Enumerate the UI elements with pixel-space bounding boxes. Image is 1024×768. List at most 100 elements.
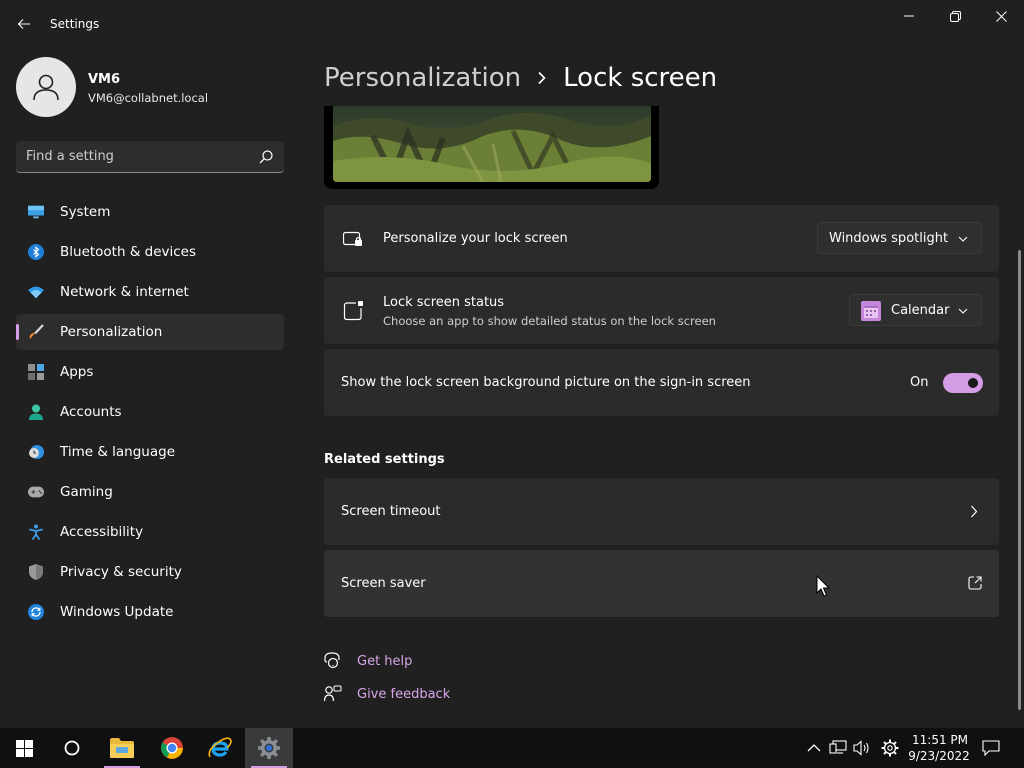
breadcrumb: Personalization Lock screen bbox=[324, 58, 717, 98]
cortana-button[interactable] bbox=[48, 728, 96, 768]
notification-icon[interactable] bbox=[981, 738, 1001, 758]
minimize-button[interactable] bbox=[886, 0, 932, 32]
sidebar-item-label: Network & internet bbox=[60, 284, 189, 300]
apps-icon bbox=[28, 364, 44, 380]
sidebar-item-personalization[interactable]: Personalization bbox=[16, 314, 284, 350]
sidebar-item-label: Privacy & security bbox=[60, 564, 182, 580]
sidebar-nav: System Bluetooth & devices Network & int… bbox=[16, 194, 284, 634]
calendar-icon bbox=[861, 301, 881, 321]
toggle-knob bbox=[968, 378, 978, 388]
screen-timeout-link[interactable]: Screen timeout bbox=[324, 478, 999, 545]
shield-icon bbox=[28, 564, 44, 580]
sidebar-item-apps[interactable]: Apps bbox=[16, 354, 284, 390]
title-bar: Settings bbox=[0, 0, 1024, 48]
brush-icon bbox=[28, 324, 44, 340]
windows-logo-icon bbox=[15, 739, 33, 757]
sidebar-item-label: Bluetooth & devices bbox=[60, 244, 197, 260]
sidebar-item-label: Accounts bbox=[60, 404, 122, 420]
chevron-down-icon bbox=[958, 236, 968, 242]
sidebar-item-gaming[interactable]: Gaming bbox=[16, 474, 284, 510]
sidebar-item-windows-update[interactable]: Windows Update bbox=[16, 594, 284, 630]
dropdown-value: Calendar bbox=[891, 303, 950, 318]
signin-background-card: Show the lock screen background picture … bbox=[324, 349, 999, 416]
monitor-icon bbox=[28, 204, 44, 220]
screen-saver-link[interactable]: Screen saver bbox=[324, 550, 999, 617]
help-icon bbox=[324, 652, 340, 669]
bluetooth-icon bbox=[28, 244, 44, 260]
settings-icon[interactable] bbox=[880, 738, 900, 758]
chevron-up-icon[interactable] bbox=[804, 738, 824, 758]
sidebar-item-label: Accessibility bbox=[60, 524, 144, 540]
sidebar-item-time-language[interactable]: Time & language bbox=[16, 434, 284, 470]
sidebar-item-label: Personalization bbox=[60, 324, 163, 340]
toggle-state-label: On bbox=[910, 375, 929, 390]
status-app-icon bbox=[343, 301, 363, 321]
related-settings-heading: Related settings bbox=[324, 452, 445, 467]
person-icon bbox=[28, 404, 44, 420]
sidebar-item-label: Apps bbox=[60, 364, 94, 380]
user-email: VM6@collabnet.local bbox=[88, 91, 209, 105]
screen-timeout-label: Screen timeout bbox=[341, 504, 441, 519]
sidebar-item-label: Time & language bbox=[60, 444, 176, 460]
lock-screen-background-dropdown[interactable]: Windows spotlight bbox=[817, 222, 982, 254]
screen-saver-label: Screen saver bbox=[341, 576, 426, 591]
chevron-right-icon bbox=[537, 71, 547, 85]
settings-gear-icon bbox=[258, 737, 280, 759]
maximize-button[interactable] bbox=[932, 0, 978, 32]
restore-icon bbox=[949, 10, 961, 22]
lock-screen-status-dropdown[interactable]: Calendar bbox=[849, 294, 982, 326]
taskbar-chrome[interactable] bbox=[148, 728, 196, 768]
gamepad-icon bbox=[28, 484, 44, 500]
taskbar: 11:51 PM 9/23/2022 bbox=[0, 728, 1024, 768]
signin-background-label: Show the lock screen background picture … bbox=[341, 375, 751, 390]
personalize-lock-screen-label: Personalize your lock screen bbox=[383, 231, 568, 246]
sidebar-item-system[interactable]: System bbox=[16, 194, 284, 230]
taskbar-settings[interactable] bbox=[245, 728, 293, 768]
taskbar-file-explorer[interactable] bbox=[98, 728, 146, 768]
sidebar-item-network[interactable]: Network & internet bbox=[16, 274, 284, 310]
feedback-icon bbox=[324, 685, 342, 702]
chrome-icon bbox=[161, 737, 183, 759]
lock-screen-status-card: Lock screen status Choose an app to show… bbox=[324, 277, 999, 344]
person-icon bbox=[33, 74, 59, 101]
give-feedback-link[interactable]: Give feedback bbox=[324, 684, 450, 704]
sidebar-item-accounts[interactable]: Accounts bbox=[16, 394, 284, 430]
sidebar-item-accessibility[interactable]: Accessibility bbox=[16, 514, 284, 550]
vertical-scrollbar[interactable] bbox=[1018, 250, 1021, 710]
get-help-label: Get help bbox=[357, 653, 413, 669]
sidebar-item-privacy[interactable]: Privacy & security bbox=[16, 554, 284, 590]
folder-icon bbox=[110, 738, 134, 758]
sidebar-item-label: Windows Update bbox=[60, 604, 174, 620]
get-help-link[interactable]: Get help bbox=[324, 651, 412, 671]
sidebar-item-label: Gaming bbox=[60, 484, 113, 500]
give-feedback-label: Give feedback bbox=[357, 686, 451, 702]
taskbar-internet-explorer[interactable] bbox=[196, 728, 244, 768]
signin-background-toggle[interactable] bbox=[943, 373, 983, 393]
lock-screen-preview bbox=[324, 106, 659, 189]
page-title: Lock screen bbox=[563, 63, 718, 93]
personalize-lock-screen-card: Personalize your lock screen Windows spo… bbox=[324, 205, 999, 272]
app-title: Settings bbox=[50, 17, 100, 31]
user-profile[interactable]: VM6 VM6@collabnet.local bbox=[16, 57, 286, 117]
volume-icon[interactable] bbox=[852, 738, 872, 758]
clock-date[interactable]: 9/23/2022 bbox=[908, 749, 970, 763]
avatar bbox=[16, 57, 76, 117]
close-icon bbox=[995, 10, 1007, 22]
clock-time[interactable]: 11:51 PM bbox=[912, 733, 968, 747]
lock-screen-status-label: Lock screen status bbox=[383, 295, 505, 310]
breadcrumb-parent[interactable]: Personalization bbox=[324, 63, 521, 93]
search-icon[interactable] bbox=[258, 149, 274, 165]
sidebar-item-bluetooth[interactable]: Bluetooth & devices bbox=[16, 234, 284, 270]
back-button[interactable] bbox=[10, 10, 38, 38]
internet-explorer-icon bbox=[208, 737, 232, 758]
user-name: VM6 bbox=[88, 72, 121, 87]
network-icon[interactable] bbox=[828, 738, 848, 758]
chevron-down-icon bbox=[958, 308, 968, 314]
accessibility-icon bbox=[28, 524, 44, 540]
dropdown-value: Windows spotlight bbox=[829, 231, 949, 246]
close-button[interactable] bbox=[978, 0, 1024, 32]
search-input[interactable] bbox=[26, 141, 246, 172]
back-arrow-icon bbox=[17, 19, 30, 29]
start-button[interactable] bbox=[0, 728, 48, 768]
external-link-icon bbox=[968, 576, 982, 590]
